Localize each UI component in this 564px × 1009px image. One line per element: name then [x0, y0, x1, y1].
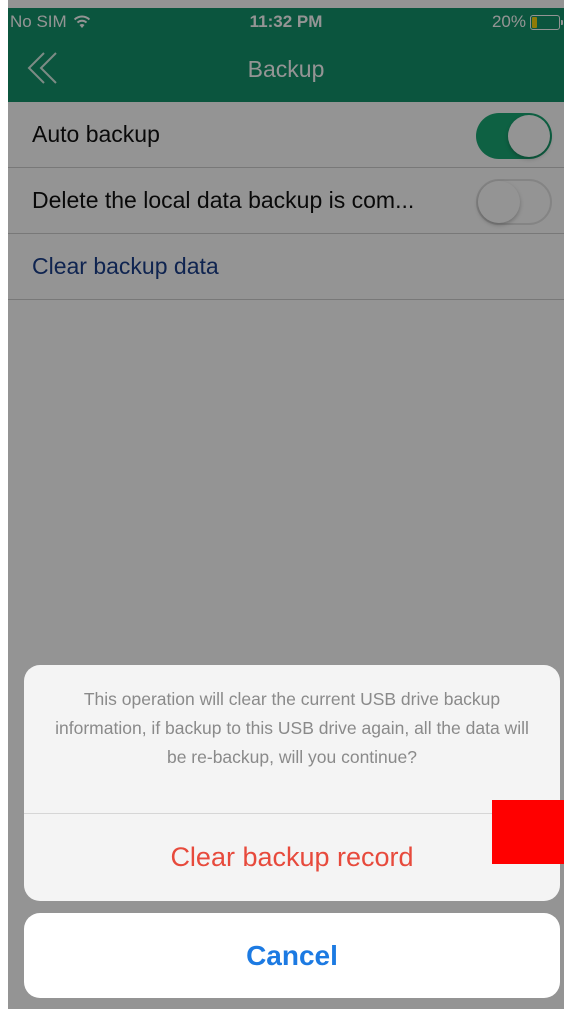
red-marker — [492, 800, 564, 864]
action-sheet-message: This operation will clear the current US… — [24, 665, 560, 814]
clear-backup-record-button[interactable]: Clear backup record — [24, 814, 560, 900]
cancel-button[interactable]: Cancel — [24, 913, 560, 998]
action-sheet: This operation will clear the current US… — [24, 665, 560, 901]
